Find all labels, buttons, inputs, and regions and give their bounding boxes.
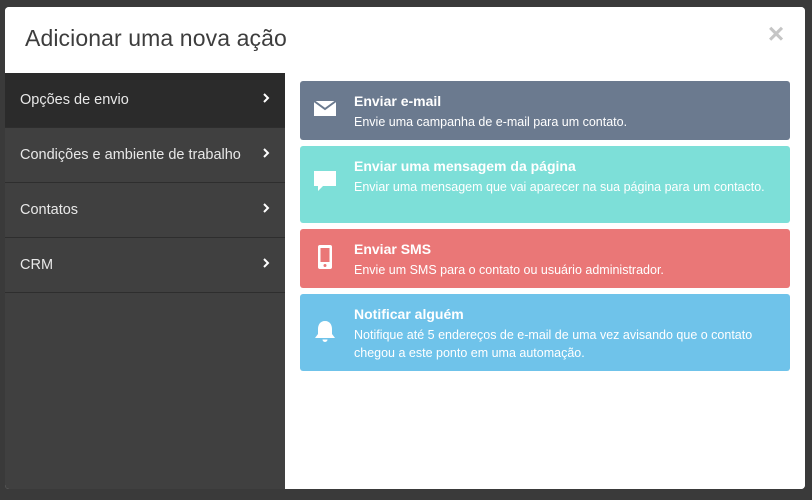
envelope-icon <box>313 100 337 116</box>
action-description: Notifique até 5 endereços de e-mail de u… <box>354 328 753 360</box>
action-send-email[interactable]: Enviar e-mail Envie uma campanha de e-ma… <box>300 81 790 140</box>
action-description: Envie um SMS para o contato ou usuário a… <box>354 263 664 277</box>
modal-header: Adicionar uma nova ação × <box>5 7 805 73</box>
bell-icon <box>315 321 335 342</box>
action-title: Enviar SMS <box>354 241 432 257</box>
chevron-right-icon <box>263 148 270 158</box>
action-title: Notificar alguém <box>354 306 464 322</box>
sidebar-item-label: Opções de envio <box>20 92 129 108</box>
chevron-right-icon <box>263 258 270 268</box>
sidebar: Opções de envio Condições e ambiente de … <box>5 73 285 489</box>
action-send-page-message[interactable]: Enviar uma mensagem da página Enviar uma… <box>300 146 790 223</box>
actions-panel: Enviar e-mail Envie uma campanha de e-ma… <box>285 73 805 489</box>
sidebar-item-crm[interactable]: CRM <box>5 238 285 293</box>
close-button[interactable]: × <box>765 20 787 48</box>
sidebar-item-label: Condições e ambiente de trabalho <box>20 147 241 163</box>
modal-title: Adicionar uma nova ação <box>25 25 287 51</box>
sidebar-item-opcoes-de-envio[interactable]: Opções de envio <box>5 73 285 128</box>
add-action-modal: Adicionar uma nova ação × Opções de envi… <box>5 7 805 489</box>
sidebar-item-condicoes[interactable]: Condições e ambiente de trabalho <box>5 128 285 183</box>
mobile-phone-icon <box>318 245 332 269</box>
action-description: Envie uma campanha de e-mail para um con… <box>354 115 628 129</box>
sidebar-item-label: CRM <box>20 257 54 273</box>
action-title: Enviar e-mail <box>354 93 442 109</box>
action-title: Enviar uma mensagem da página <box>354 158 576 174</box>
chevron-right-icon <box>263 203 270 213</box>
action-description: Enviar uma mensagem que vai aparecer na … <box>354 180 765 194</box>
sidebar-item-contatos[interactable]: Contatos <box>5 183 285 238</box>
chat-bubble-icon <box>314 171 336 191</box>
action-notify-someone[interactable]: Notificar alguém Notifique até 5 endereç… <box>300 294 790 371</box>
sidebar-item-label: Contatos <box>20 202 79 218</box>
chevron-right-icon <box>263 93 270 103</box>
action-send-sms[interactable]: Enviar SMS Envie um SMS para o contato o… <box>300 229 790 288</box>
